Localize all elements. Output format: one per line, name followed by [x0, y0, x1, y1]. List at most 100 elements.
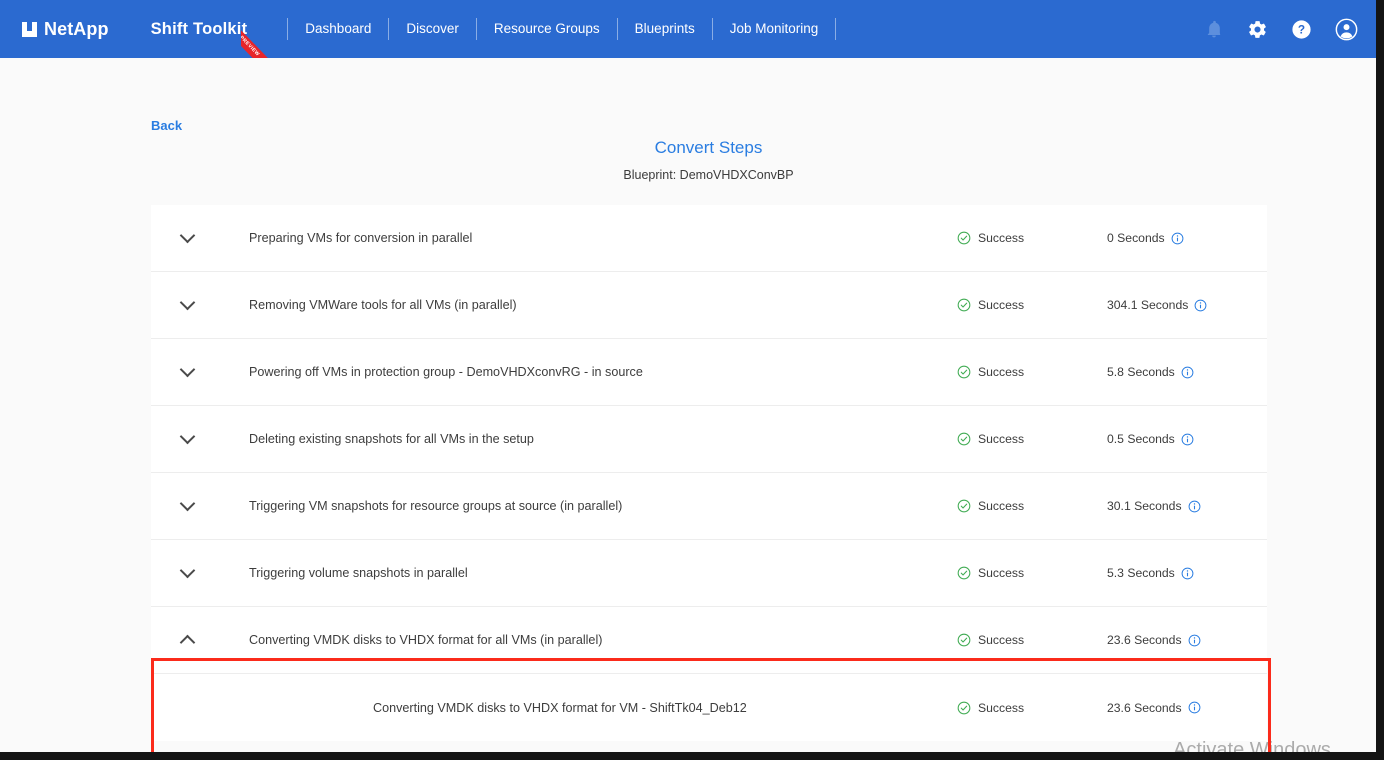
nav-item-resource-groups[interactable]: Resource Groups: [477, 0, 617, 58]
table-row[interactable]: Deleting existing snapshots for all VMs …: [151, 406, 1267, 473]
status-badge: Success: [957, 298, 1107, 312]
chevron-down-icon: [179, 563, 195, 579]
status-label: Success: [978, 231, 1024, 245]
nav-item-dashboard[interactable]: Dashboard: [288, 0, 388, 58]
success-check-icon: [957, 298, 971, 312]
nav-item-blueprints[interactable]: Blueprints: [618, 0, 712, 58]
netapp-logo[interactable]: NetApp: [22, 19, 109, 40]
duration-cell: 0 Seconds: [1107, 231, 1267, 245]
substep-label: Converting VMDK disks to VHDX format for…: [223, 701, 957, 715]
status-label: Success: [978, 633, 1024, 647]
info-icon[interactable]: [1188, 500, 1201, 513]
settings-gear-icon[interactable]: [1247, 19, 1268, 40]
windows-activation-watermark: Activate Windows Go to Settings to activ…: [1132, 738, 1372, 760]
brand-label: NetApp: [44, 19, 109, 40]
convert-steps-list: Preparing VMs for conversion in parallel…: [151, 205, 1267, 741]
duration-cell: 30.1 Seconds: [1107, 499, 1267, 513]
info-icon[interactable]: [1194, 299, 1207, 312]
info-icon[interactable]: [1188, 634, 1201, 647]
status-label: Success: [978, 701, 1024, 715]
expand-toggle[interactable]: [151, 570, 223, 576]
duration-cell: 5.3 Seconds: [1107, 566, 1267, 580]
duration-label: 0.5 Seconds: [1107, 432, 1175, 446]
duration-label: 304.1 Seconds: [1107, 298, 1188, 312]
table-row[interactable]: Preparing VMs for conversion in parallel…: [151, 205, 1267, 272]
status-badge: Success: [957, 633, 1107, 647]
table-row[interactable]: Removing VMWare tools for all VMs (in pa…: [151, 272, 1267, 339]
status-badge: Success: [957, 432, 1107, 446]
success-check-icon: [957, 365, 971, 379]
back-link[interactable]: Back: [151, 118, 182, 133]
status-label: Success: [978, 432, 1024, 446]
top-navigation-bar: NetApp Shift Toolkit PREVIEW Dashboard D…: [0, 0, 1376, 58]
table-row-substep[interactable]: Converting VMDK disks to VHDX format for…: [151, 674, 1267, 741]
success-check-icon: [957, 432, 971, 446]
nav-separator: [835, 18, 836, 40]
expand-toggle[interactable]: [151, 503, 223, 509]
page-body: Back Convert Steps Blueprint: DemoVHDXCo…: [0, 58, 1376, 752]
info-icon[interactable]: [1181, 366, 1194, 379]
product-title: Shift Toolkit PREVIEW: [151, 20, 282, 39]
duration-label: 5.3 Seconds: [1107, 566, 1175, 580]
help-icon[interactable]: ?: [1291, 19, 1312, 40]
duration-label: 5.8 Seconds: [1107, 365, 1175, 379]
step-label: Converting VMDK disks to VHDX format for…: [223, 633, 957, 647]
table-row[interactable]: Powering off VMs in protection group - D…: [151, 339, 1267, 406]
status-label: Success: [978, 499, 1024, 513]
topbar-icon-group: ?: [1204, 18, 1358, 41]
success-check-icon: [957, 701, 971, 715]
info-icon[interactable]: [1171, 232, 1184, 245]
table-row[interactable]: Triggering volume snapshots in parallel …: [151, 540, 1267, 607]
expand-toggle[interactable]: [151, 235, 223, 241]
step-label: Deleting existing snapshots for all VMs …: [223, 432, 957, 446]
duration-cell: 5.8 Seconds: [1107, 365, 1267, 379]
nav-item-discover[interactable]: Discover: [389, 0, 476, 58]
page-title: Convert Steps: [0, 138, 1384, 158]
duration-cell: 23.6 Seconds: [1107, 633, 1267, 647]
success-check-icon: [957, 566, 971, 580]
watermark-title: Activate Windows: [1132, 738, 1372, 760]
status-badge: Success: [957, 231, 1107, 245]
expand-toggle[interactable]: [151, 436, 223, 442]
collapse-toggle[interactable]: [151, 633, 223, 648]
success-check-icon: [957, 231, 971, 245]
app-window: NetApp Shift Toolkit PREVIEW Dashboard D…: [0, 0, 1384, 760]
step-label: Removing VMWare tools for all VMs (in pa…: [223, 298, 957, 312]
chevron-down-icon: [179, 496, 195, 512]
expand-toggle[interactable]: [151, 369, 223, 375]
expand-toggle[interactable]: [151, 302, 223, 308]
status-label: Success: [978, 566, 1024, 580]
user-account-icon[interactable]: [1335, 18, 1358, 41]
step-label: Powering off VMs in protection group - D…: [223, 365, 957, 379]
step-label: Triggering volume snapshots in parallel: [223, 566, 957, 580]
info-icon[interactable]: [1188, 701, 1201, 714]
info-icon[interactable]: [1181, 433, 1194, 446]
nav-item-job-monitoring[interactable]: Job Monitoring: [713, 0, 836, 58]
chevron-down-icon: [179, 228, 195, 244]
duration-label: 23.6 Seconds: [1107, 633, 1182, 647]
status-label: Success: [978, 298, 1024, 312]
notifications-bell-icon[interactable]: [1204, 19, 1224, 39]
status-badge: Success: [957, 365, 1107, 379]
success-check-icon: [957, 499, 971, 513]
page-subtitle: Blueprint: DemoVHDXConvBP: [0, 168, 1384, 182]
table-row-expanded[interactable]: Converting VMDK disks to VHDX format for…: [151, 607, 1267, 674]
preview-ribbon-icon: PREVIEW: [241, 18, 281, 58]
success-check-icon: [957, 633, 971, 647]
duration-label: 30.1 Seconds: [1107, 499, 1182, 513]
step-label: Preparing VMs for conversion in parallel: [223, 231, 957, 245]
step-label: Triggering VM snapshots for resource gro…: [223, 499, 957, 513]
duration-cell: 23.6 Seconds: [1107, 701, 1267, 715]
info-icon[interactable]: [1181, 567, 1194, 580]
duration-label: 23.6 Seconds: [1107, 701, 1182, 715]
chevron-down-icon: [179, 295, 195, 311]
duration-cell: 304.1 Seconds: [1107, 298, 1267, 312]
status-badge: Success: [957, 499, 1107, 513]
table-row[interactable]: Triggering VM snapshots for resource gro…: [151, 473, 1267, 540]
chevron-down-icon: [179, 362, 195, 378]
chevron-up-icon: [179, 634, 195, 650]
product-name-label: Shift Toolkit: [151, 20, 248, 39]
status-badge: Success: [957, 566, 1107, 580]
status-label: Success: [978, 365, 1024, 379]
duration-label: 0 Seconds: [1107, 231, 1165, 245]
